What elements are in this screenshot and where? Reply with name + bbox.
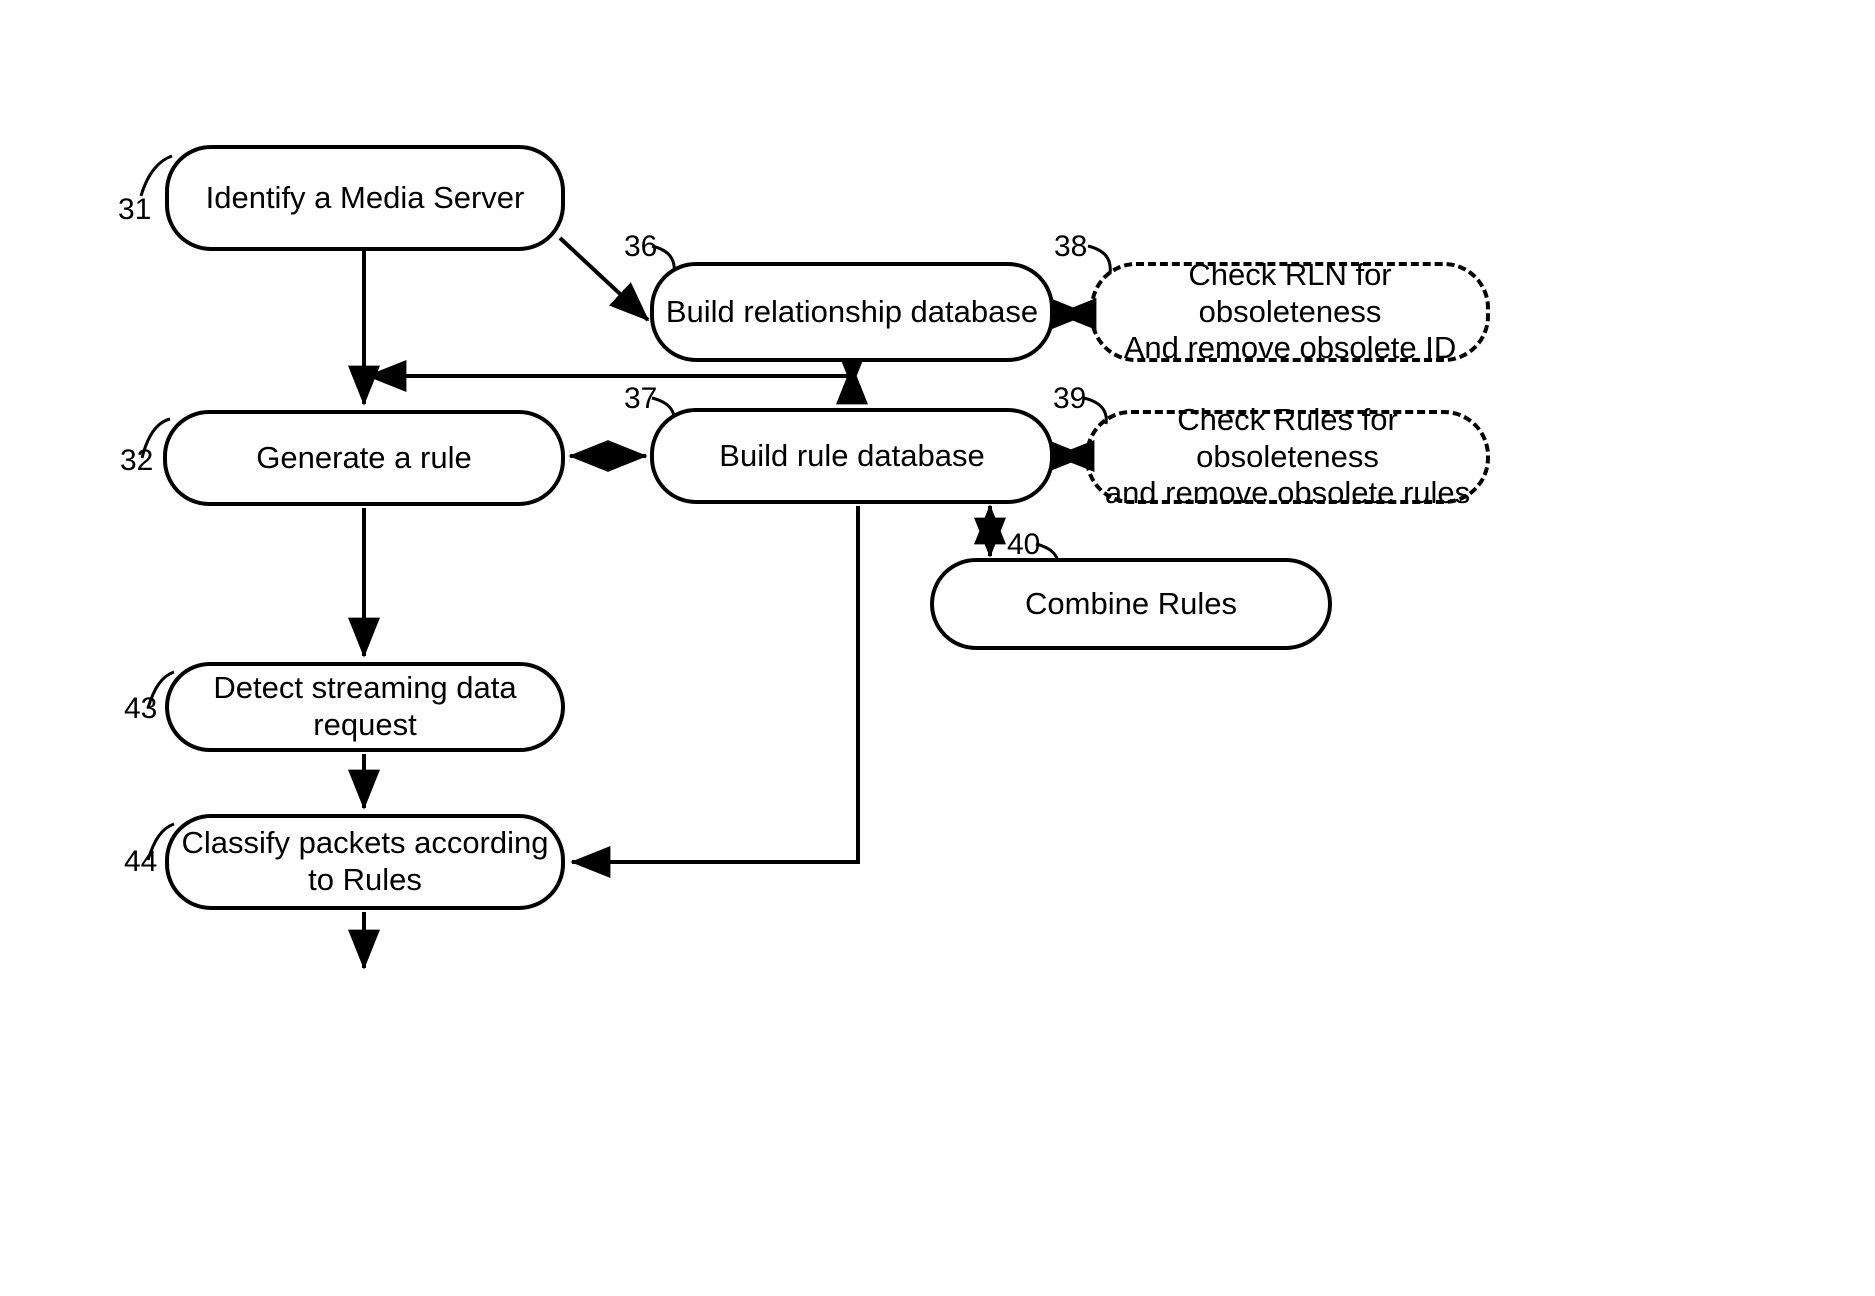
ref-numeral-43: 43 xyxy=(124,692,158,725)
diagram-canvas: Identify a Media Server Build relationsh… xyxy=(0,0,1875,1296)
node-combine-rules[interactable]: Combine Rules xyxy=(930,558,1332,650)
node-classify-packets[interactable]: Classify packets according to Rules xyxy=(165,814,565,910)
ref-numeral-40: 40 xyxy=(1007,528,1041,561)
ref-numeral-44: 44 xyxy=(124,845,158,878)
ref-numeral-32: 32 xyxy=(120,444,154,477)
node-check-rln[interactable]: Check RLN for obsoleteness And remove ob… xyxy=(1090,257,1490,365)
ref-numeral-39: 39 xyxy=(1053,382,1087,415)
node-detect-streaming-data-request[interactable]: Detect streaming data request xyxy=(165,662,565,752)
node-generate-a-rule[interactable]: Generate a rule xyxy=(163,410,565,506)
connector-build-rule-to-classify xyxy=(570,506,860,878)
node-detect-streaming-data-request-label: Detect streaming data request xyxy=(213,670,517,742)
node-build-rule-database-label: Build rule database xyxy=(719,437,985,473)
node-check-rules-label: Check Rules for obsoleteness and remove … xyxy=(1104,402,1471,511)
node-build-relationship-database[interactable]: Build relationship database xyxy=(650,262,1054,362)
node-classify-packets-label: Classify packets according to Rules xyxy=(181,825,549,897)
node-identify-media-server[interactable]: Identify a Media Server xyxy=(165,145,565,251)
node-generate-a-rule-label: Generate a rule xyxy=(256,439,472,475)
ref-numeral-31: 31 xyxy=(118,193,152,226)
node-check-rln-label: Check RLN for obsoleteness And remove ob… xyxy=(1123,257,1457,366)
node-identify-media-server-label: Identify a Media Server xyxy=(205,179,525,215)
ref-numeral-37: 37 xyxy=(624,382,658,415)
node-build-rule-database[interactable]: Build rule database xyxy=(650,408,1054,504)
node-combine-rules-label: Combine Rules xyxy=(1025,585,1237,621)
node-check-rules[interactable]: Check Rules for obsoleteness and remove … xyxy=(1085,402,1490,510)
node-build-relationship-database-label: Build relationship database xyxy=(665,293,1039,329)
ref-numeral-36: 36 xyxy=(624,230,658,263)
ref-numeral-38: 38 xyxy=(1054,230,1088,263)
